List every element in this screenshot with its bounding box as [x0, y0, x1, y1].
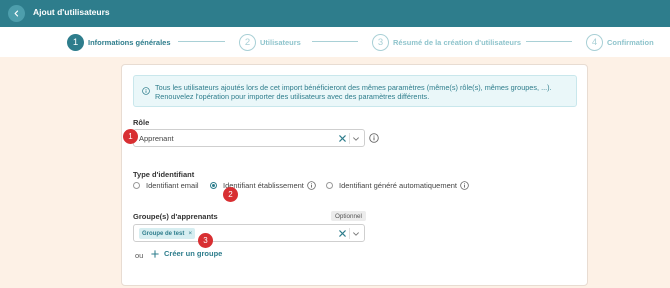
chevron-left-icon — [14, 10, 19, 17]
groups-select[interactable]: Groupe de test × — [133, 224, 365, 242]
group-tag: Groupe de test × — [139, 228, 196, 239]
step-number: 2 — [239, 33, 256, 51]
step-1[interactable]: 1 Informations générales — [67, 33, 171, 51]
step-connector — [526, 41, 572, 42]
top-bar: Ajout d'utilisateurs — [0, 0, 670, 27]
radio-identifier-email[interactable]: Identifiant email — [133, 181, 199, 190]
info-circle-icon[interactable] — [460, 181, 469, 190]
role-select[interactable]: Apprenant — [133, 129, 365, 147]
plus-icon — [151, 249, 159, 258]
step-number: 4 — [586, 33, 603, 51]
step-number: 3 — [372, 33, 389, 51]
step-label: Informations générales — [88, 37, 171, 47]
radio-circle — [326, 182, 333, 189]
step-3[interactable]: 3 Résumé de la création d'utilisateurs — [372, 33, 521, 51]
stepper: 1 Informations générales 2 Utilisateurs … — [0, 27, 670, 57]
select-separator — [349, 133, 350, 144]
close-icon[interactable] — [338, 134, 347, 143]
step-label: Résumé de la création d'utilisateurs — [393, 37, 522, 47]
step-label: Utilisateurs — [260, 37, 301, 47]
create-group-label: Créer un groupe — [164, 249, 223, 258]
annotation-badge-1: 1 — [123, 129, 138, 144]
chevron-down-icon[interactable] — [352, 135, 360, 143]
radio-identifier-auto[interactable]: Identifiant généré automatiquement — [326, 181, 469, 190]
create-group-button[interactable]: Créer un groupe — [151, 249, 222, 258]
or-text: ou — [135, 251, 144, 260]
step-connector — [312, 41, 358, 42]
info-circle-icon[interactable] — [369, 133, 379, 143]
step-2[interactable]: 2 Utilisateurs — [239, 33, 301, 51]
group-tag-label: Groupe de test — [142, 230, 185, 237]
info-circle-icon — [142, 87, 150, 95]
remove-tag-button[interactable]: × — [188, 230, 192, 237]
annotation-badge-3: 3 — [198, 233, 213, 248]
role-label: Rôle — [133, 118, 150, 127]
optional-badge: Optionnel — [331, 211, 366, 221]
step-label: Confirmation — [607, 37, 654, 47]
chevron-down-icon[interactable] — [352, 230, 360, 238]
info-banner: Tous les utilisateurs ajoutés lors de ce… — [133, 75, 577, 107]
radio-circle — [133, 182, 140, 189]
radio-label: Identifiant email — [146, 181, 199, 190]
step-connector — [178, 41, 225, 42]
info-text-line-1: Tous les utilisateurs ajoutés lors de ce… — [155, 83, 552, 92]
identifier-type-label: Type d'identifiant — [133, 170, 195, 179]
radio-label: Identifiant généré automatiquement — [339, 181, 457, 190]
annotation-badge-2: 2 — [223, 187, 238, 202]
select-separator — [349, 228, 350, 239]
back-button[interactable] — [8, 5, 25, 22]
step-4[interactable]: 4 Confirmation — [586, 33, 654, 51]
close-icon[interactable] — [338, 229, 347, 238]
info-circle-icon[interactable] — [307, 181, 316, 190]
role-select-value: Apprenant — [139, 134, 174, 143]
page-title: Ajout d'utilisateurs — [33, 7, 110, 17]
info-text-line-2: Renouvelez l'opération pour importer des… — [155, 92, 430, 101]
groups-label: Groupe(s) d'apprenants — [133, 212, 218, 221]
radio-circle — [210, 182, 217, 189]
step-number: 1 — [67, 33, 84, 51]
